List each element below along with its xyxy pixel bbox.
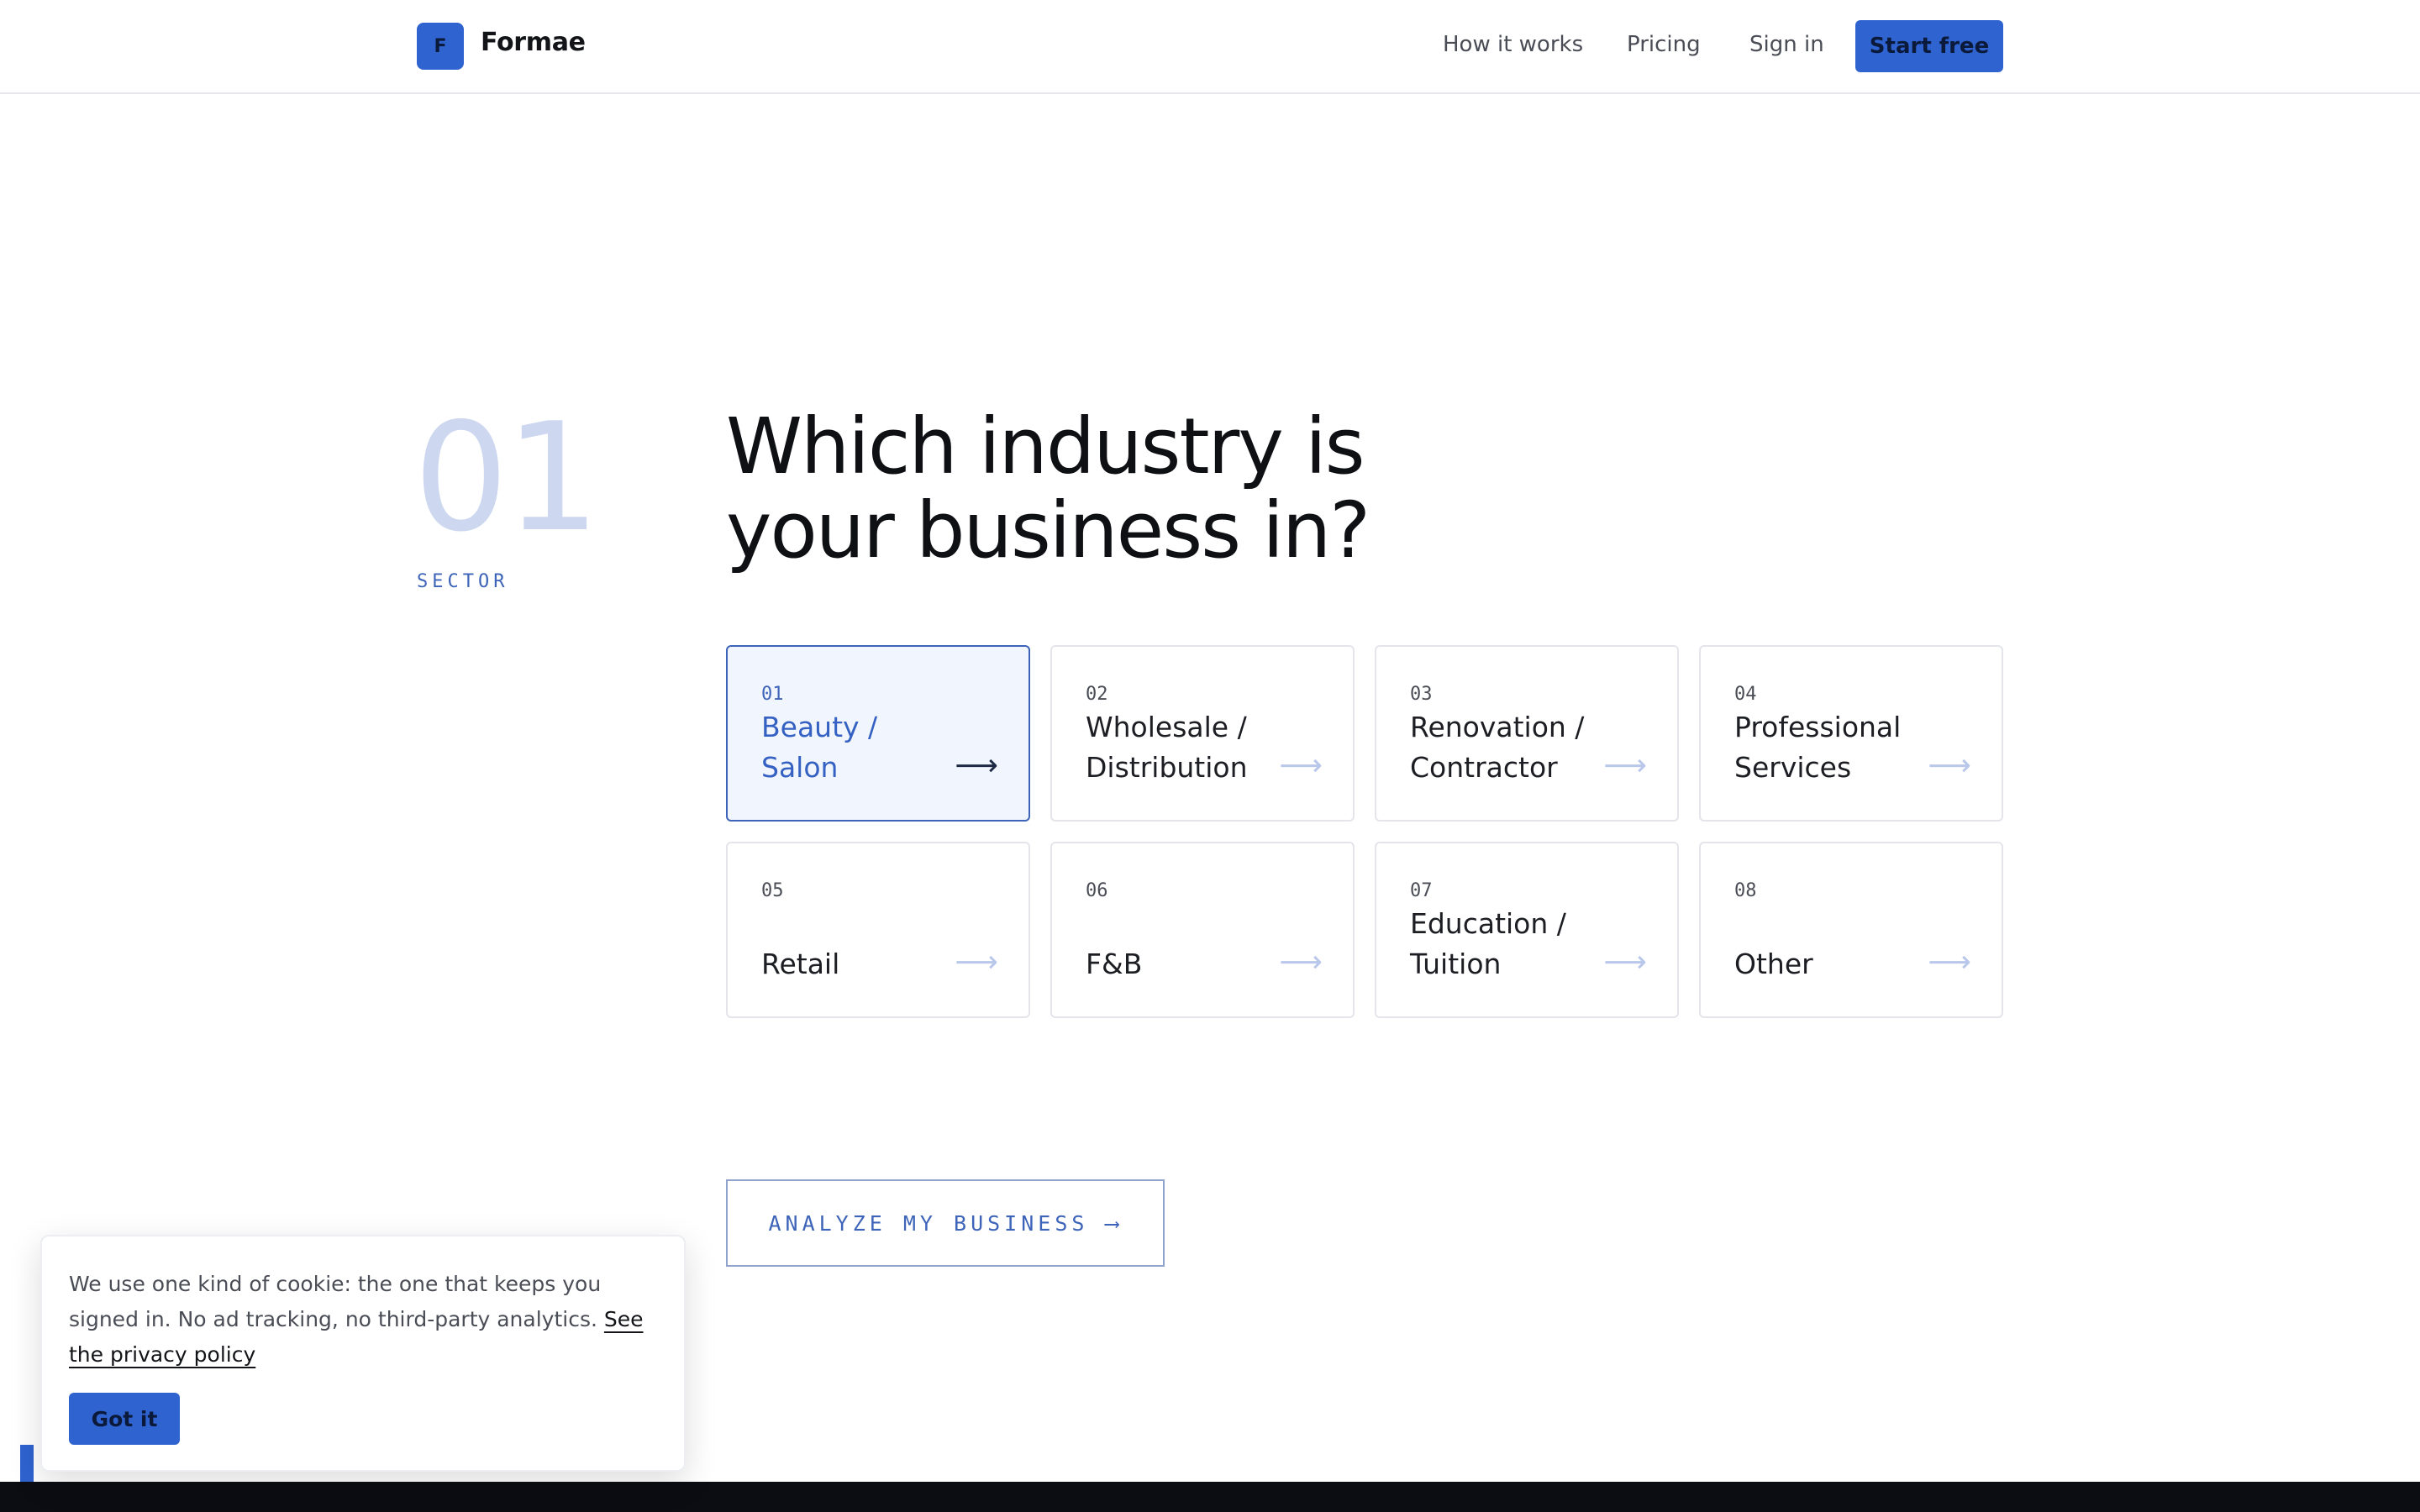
- option-card[interactable]: 05 Retail ⟶: [726, 842, 1030, 1018]
- analyze-business-button[interactable]: ANALYZE MY BUSINESS ⟶: [726, 1179, 1165, 1267]
- got-it-button[interactable]: Got it: [69, 1393, 180, 1445]
- option-label: Renovation / Contractor: [1410, 711, 1585, 784]
- option-label: Beauty / Salon: [761, 711, 878, 784]
- option-card[interactable]: 01 Beauty / Salon ⟶: [726, 645, 1030, 822]
- nav-sign-in[interactable]: Sign in: [1749, 32, 1824, 57]
- option-label: Education / Tuition: [1410, 907, 1566, 980]
- option-number: 01: [761, 684, 784, 705]
- arrow-right-icon: ⟶: [1279, 945, 1323, 979]
- step-label: SECTOR: [417, 571, 509, 592]
- brand-name[interactable]: Formae: [481, 28, 586, 57]
- arrow-right-icon: ⟶: [1279, 748, 1323, 783]
- option-label: Professional Services: [1734, 711, 1902, 784]
- analyze-label: ANALYZE MY BUSINESS: [768, 1210, 1089, 1236]
- option-card[interactable]: 06 F&B ⟶: [1050, 842, 1355, 1018]
- option-number: 03: [1410, 684, 1433, 705]
- option-label: F&B: [1086, 948, 1143, 980]
- footer: [0, 1482, 2420, 1512]
- arrow-right-icon: ⟶: [1603, 945, 1647, 979]
- arrow-right-icon: ⟶: [955, 945, 998, 979]
- step-number: 01: [413, 391, 600, 564]
- option-card[interactable]: 03 Renovation / Contractor ⟶: [1375, 645, 1679, 822]
- option-label: Retail: [761, 948, 840, 980]
- option-label: Other: [1734, 948, 1813, 980]
- arrow-right-icon: ⟶: [955, 748, 998, 783]
- site-header: F Formae How it works Pricing Sign in St…: [0, 0, 2420, 94]
- start-free-button[interactable]: Start free: [1855, 20, 2003, 72]
- nav-how-it-works[interactable]: How it works: [1443, 32, 1583, 57]
- nav-pricing[interactable]: Pricing: [1627, 32, 1701, 57]
- option-number: 07: [1410, 880, 1433, 901]
- arrow-right-icon: ⟶: [1105, 1210, 1123, 1236]
- cookie-banner: We use one kind of cookie: the one that …: [40, 1235, 686, 1472]
- option-number: 08: [1734, 880, 1757, 901]
- cookie-text: We use one kind of cookie: the one that …: [69, 1267, 666, 1373]
- arrow-right-icon: ⟶: [1603, 748, 1647, 783]
- cookie-message: We use one kind of cookie: the one that …: [69, 1272, 604, 1331]
- arrow-right-icon: ⟶: [1928, 945, 1971, 979]
- option-card[interactable]: 08 Other ⟶: [1699, 842, 2003, 1018]
- option-number: 04: [1734, 684, 1757, 705]
- option-number: 05: [761, 880, 784, 901]
- option-number: 02: [1086, 684, 1108, 705]
- arrow-right-icon: ⟶: [1928, 748, 1971, 783]
- option-label: Wholesale / Distribution: [1086, 711, 1248, 784]
- industry-options: 01 Beauty / Salon ⟶ 02 Wholesale / Distr…: [726, 645, 2003, 1018]
- title-line-2: your business in?: [726, 486, 1370, 575]
- title-line-1: Which industry is: [726, 402, 1365, 491]
- option-card[interactable]: 02 Wholesale / Distribution ⟶: [1050, 645, 1355, 822]
- option-card[interactable]: 07 Education / Tuition ⟶: [1375, 842, 1679, 1018]
- logo-icon[interactable]: F: [417, 23, 464, 70]
- page-title: Which industry is your business in?: [726, 405, 1482, 573]
- option-number: 06: [1086, 880, 1108, 901]
- option-card[interactable]: 04 Professional Services ⟶: [1699, 645, 2003, 822]
